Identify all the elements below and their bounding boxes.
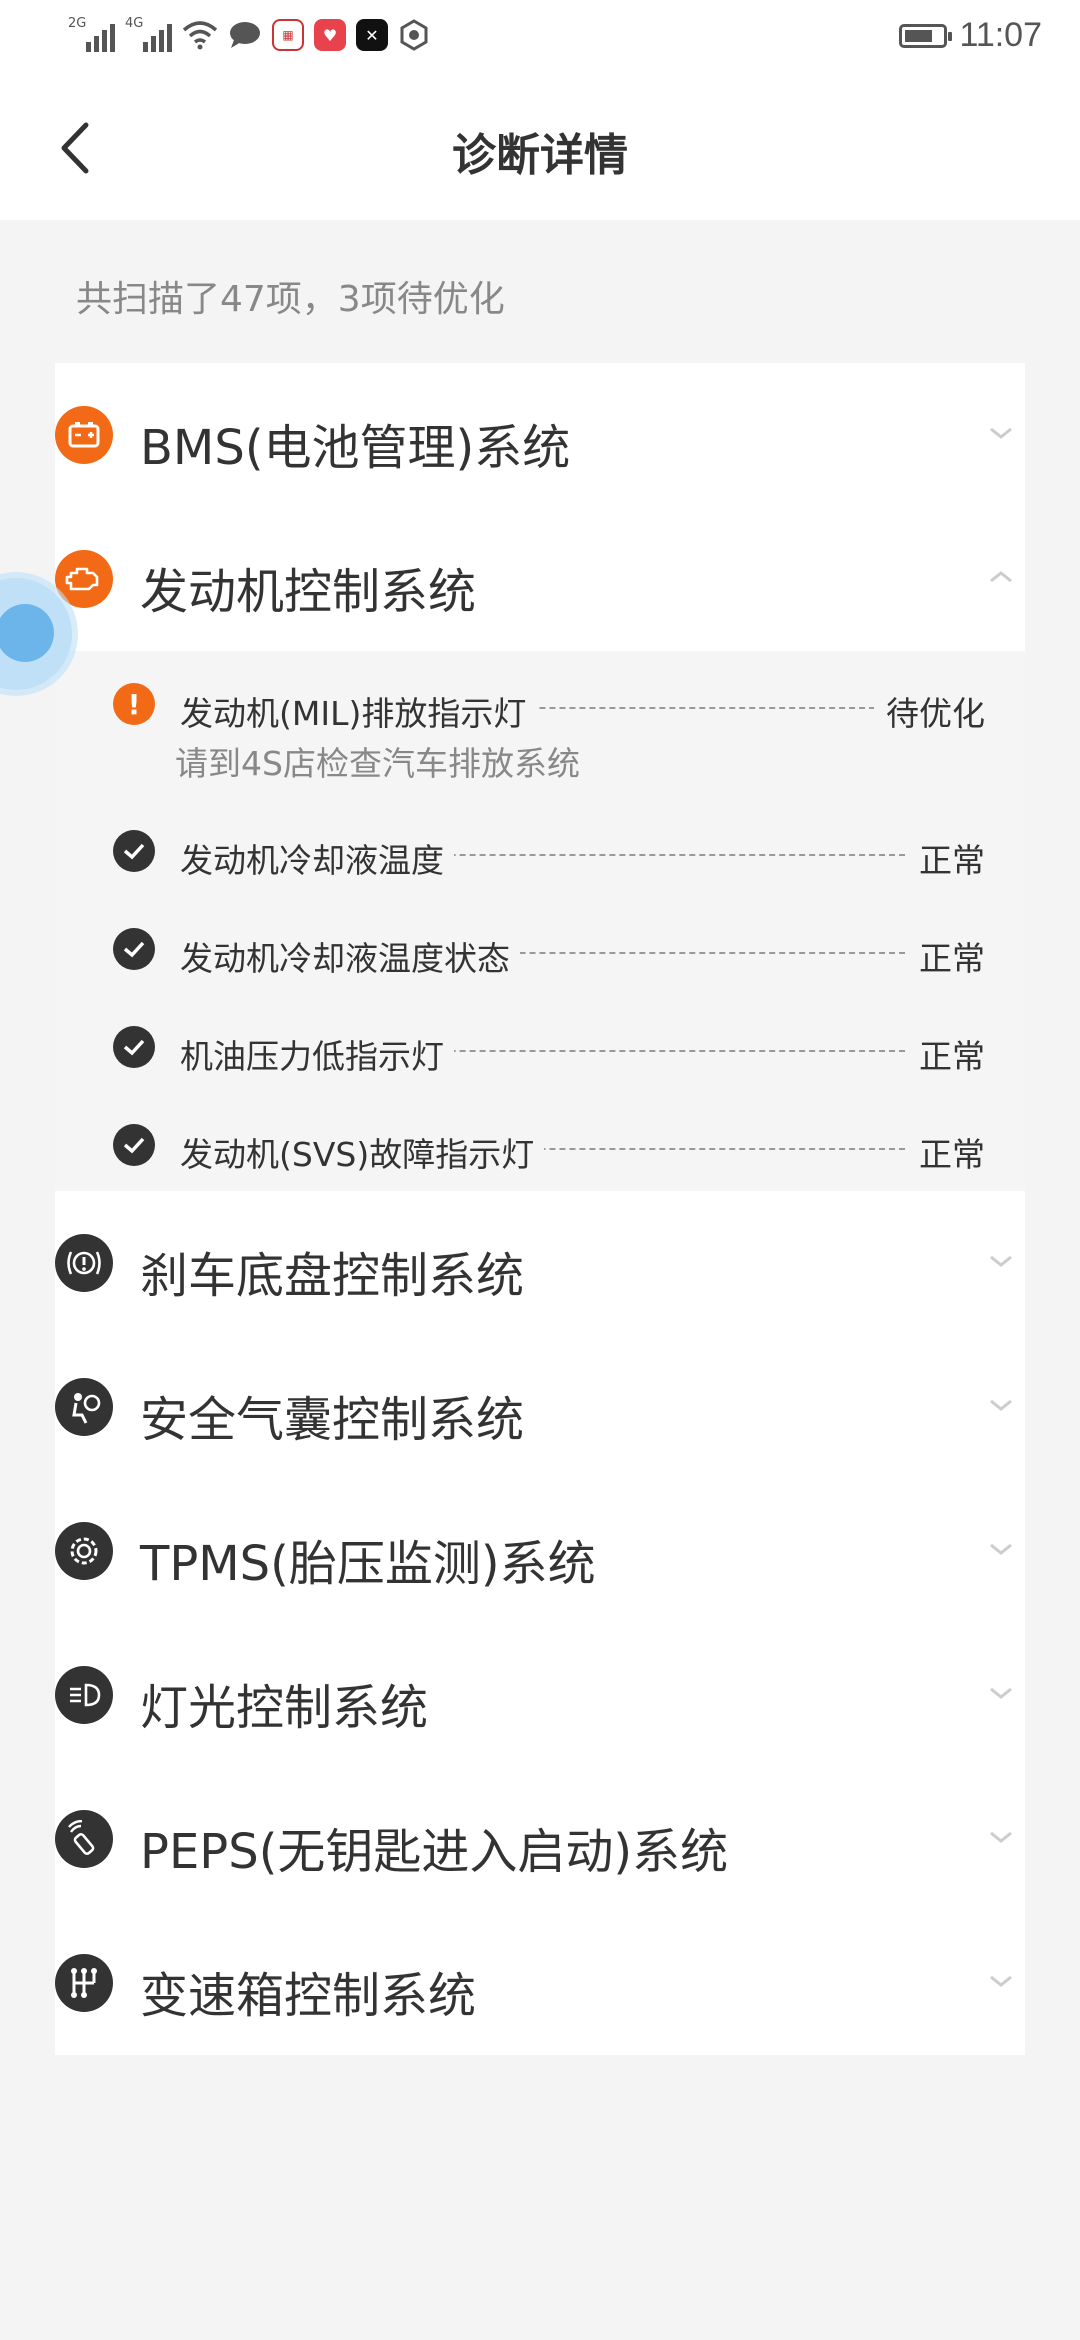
system-row-tpms[interactable]: TPMS(胎压监测)系统 (55, 1479, 1025, 1623)
system-row-gearbox[interactable]: 变速箱控制系统 (55, 1911, 1025, 2055)
item-name: 发动机冷却液温度状态 (180, 932, 520, 980)
warning-icon: ! (113, 683, 155, 725)
system-row-peps[interactable]: PEPS(无钥匙进入启动)系统 (55, 1767, 1025, 1911)
item-state: 正常 (907, 834, 985, 882)
item-name: 发动机(MIL)排放指示灯 (180, 687, 537, 735)
engine-detail-list: ! 发动机(MIL)排放指示灯 待优化 请到4S店检查汽车排放系统 发动机冷却液… (55, 651, 1025, 1191)
detail-item-oil-pressure: 机油压力低指示灯 正常 (113, 1022, 985, 1082)
detail-item-coolant-temp: 发动机冷却液温度 正常 (113, 826, 985, 886)
gearbox-icon (55, 1954, 113, 2012)
headlight-icon (55, 1666, 113, 1724)
status-icons-left: 2G 4G ▦ ♥ ✕ (68, 16, 430, 52)
check-icon (113, 928, 155, 970)
check-icon (113, 830, 155, 872)
chevron-down-icon[interactable] (987, 1681, 1015, 1705)
system-label: 灯光控制系统 (140, 1680, 429, 1736)
app-icon-3: ✕ (356, 19, 388, 51)
detail-item-svs: 发动机(SVS)故障指示灯 正常 (113, 1120, 985, 1180)
system-label: 安全气囊控制系统 (140, 1392, 525, 1448)
brake-icon (55, 1234, 113, 1292)
check-icon (113, 1026, 155, 1068)
chevron-down-icon[interactable] (987, 1249, 1015, 1273)
system-row-engine[interactable]: 发动机控制系统 (55, 507, 1025, 651)
network-type-2: 4G (125, 16, 144, 31)
app-icon-2: ♥ (314, 19, 346, 51)
system-row-bms[interactable]: BMS(电池管理)系统 (55, 363, 1025, 507)
page-header: 诊断详情 (0, 75, 1080, 220)
system-row-airbag[interactable]: 安全气囊控制系统 (55, 1335, 1025, 1479)
chevron-down-icon[interactable] (987, 421, 1015, 445)
music-note-icon (0, 604, 54, 662)
system-label: TPMS(胎压监测)系统 (140, 1536, 596, 1592)
clock: 11:07 (959, 16, 1042, 54)
key-icon (55, 1810, 113, 1868)
item-name: 机油压力低指示灯 (180, 1030, 454, 1078)
signal-icon-1: 2G (68, 16, 115, 52)
status-bar: 2G 4G ▦ ♥ ✕ 11:07 (0, 0, 1080, 75)
system-label: BMS(电池管理)系统 (140, 420, 571, 476)
chevron-down-icon[interactable] (987, 1969, 1015, 1993)
signal-icon-2: 4G (125, 16, 172, 52)
chevron-up-icon[interactable] (987, 565, 1015, 589)
chevron-down-icon[interactable] (987, 1825, 1015, 1849)
chat-icon (230, 22, 260, 48)
page-title: 诊断详情 (452, 130, 628, 181)
detail-item-coolant-status: 发动机冷却液温度状态 正常 (113, 924, 985, 984)
system-row-brake[interactable]: 刹车底盘控制系统 (55, 1191, 1025, 1335)
airbag-icon (55, 1378, 113, 1436)
check-icon (113, 1124, 155, 1166)
scan-summary: 共扫描了47项，3项待优化 (76, 279, 505, 320)
tire-pressure-icon (55, 1522, 113, 1580)
network-type-1: 2G (68, 16, 87, 31)
app-icon-4 (400, 19, 428, 51)
status-icons-right: 11:07 (899, 16, 1042, 55)
item-name: 发动机(SVS)故障指示灯 (180, 1128, 545, 1176)
battery-icon (899, 23, 953, 48)
item-hint: 请到4S店检查汽车排放系统 (175, 744, 580, 783)
item-state: 待优化 (874, 687, 985, 735)
wifi-icon (182, 21, 218, 50)
system-list: BMS(电池管理)系统 发动机控制系统 ! 发动机(MIL)排放指示灯 待优化 … (55, 363, 1025, 2055)
chevron-down-icon[interactable] (987, 1393, 1015, 1417)
system-label: 刹车底盘控制系统 (140, 1248, 525, 1304)
item-state: 正常 (907, 932, 985, 980)
item-name: 发动机冷却液温度 (180, 834, 454, 882)
item-state: 正常 (907, 1128, 985, 1176)
engine-icon (55, 550, 113, 608)
chevron-down-icon[interactable] (987, 1537, 1015, 1561)
item-state: 正常 (907, 1030, 985, 1078)
system-label: PEPS(无钥匙进入启动)系统 (140, 1824, 729, 1880)
system-row-lights[interactable]: 灯光控制系统 (55, 1623, 1025, 1767)
detail-item-mil: ! 发动机(MIL)排放指示灯 待优化 请到4S店检查汽车排放系统 (113, 679, 985, 783)
battery-icon (55, 406, 113, 464)
system-label: 发动机控制系统 (140, 564, 477, 620)
app-icon-1: ▦ (272, 19, 304, 51)
system-label: 变速箱控制系统 (140, 1968, 477, 2024)
